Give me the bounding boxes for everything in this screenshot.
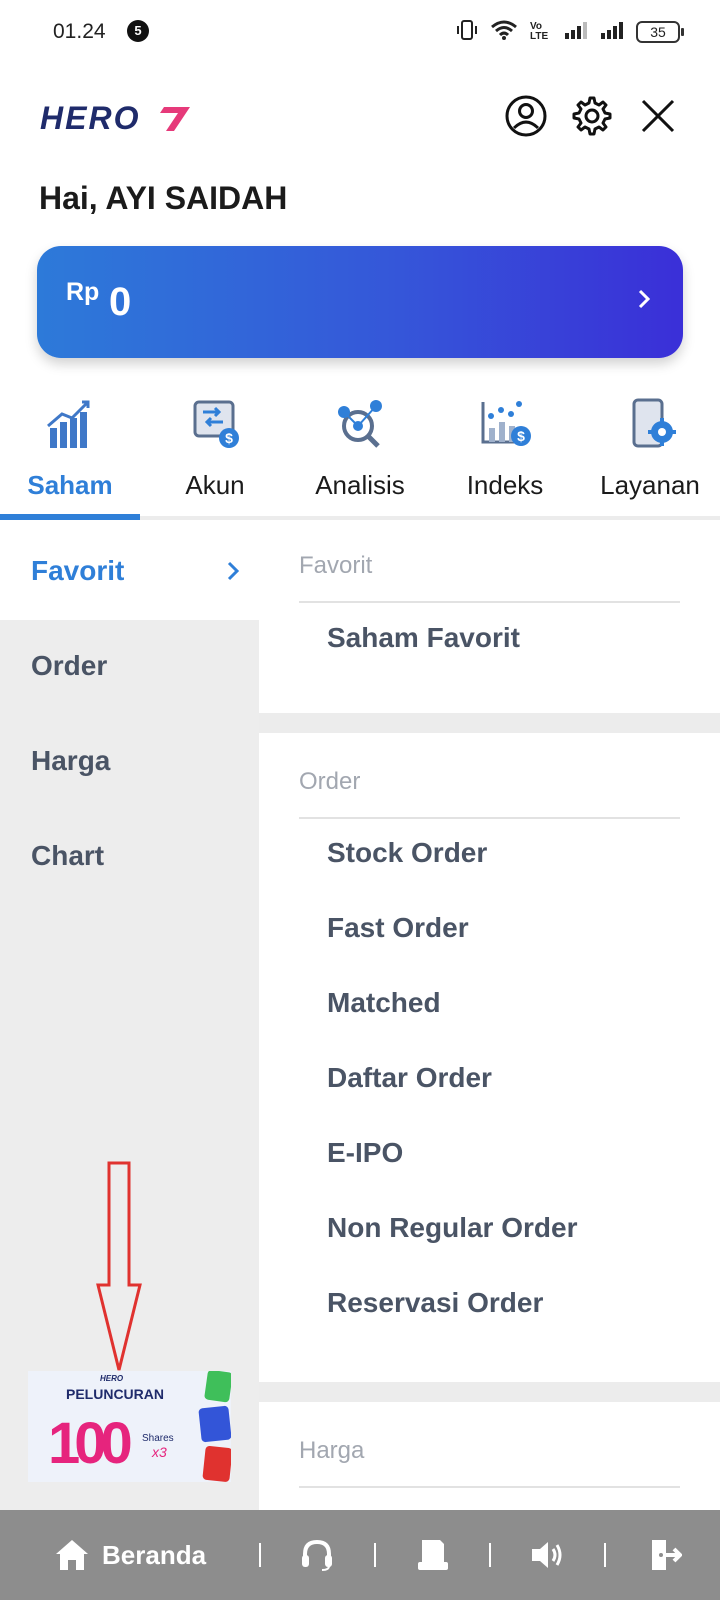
bottom-nav-support[interactable] bbox=[300, 1510, 334, 1600]
chevron-right-icon bbox=[635, 286, 653, 317]
section-divider bbox=[299, 1486, 680, 1488]
header-actions bbox=[504, 94, 680, 138]
bottom-nav-sound[interactable] bbox=[530, 1510, 566, 1600]
headset-icon bbox=[302, 1539, 332, 1571]
active-tab-indicator bbox=[0, 514, 140, 520]
greeting-text: Hai, AYI SAIDAH bbox=[39, 180, 288, 216]
document-icon bbox=[418, 1540, 448, 1570]
promo-multiplier: x3 bbox=[151, 1444, 167, 1460]
side-menu-label: Chart bbox=[31, 840, 105, 871]
svg-text:$: $ bbox=[225, 430, 233, 446]
tab-saham[interactable]: Saham bbox=[0, 394, 140, 520]
menu-link-daftar-order[interactable]: Daftar Order bbox=[327, 1062, 492, 1094]
balance-currency: Rp bbox=[66, 278, 100, 306]
svg-text:$: $ bbox=[517, 428, 525, 444]
bottom-nav-home-label: Beranda bbox=[102, 1539, 207, 1570]
menu-link-fast-order[interactable]: Fast Order bbox=[327, 912, 469, 944]
service-icon bbox=[622, 398, 678, 450]
status-time: 01.24 bbox=[53, 20, 106, 43]
account-transfer-icon: $ bbox=[187, 398, 243, 450]
section-title-order: Order bbox=[299, 768, 361, 795]
vibrate-icon bbox=[456, 19, 478, 46]
close-button[interactable] bbox=[636, 94, 680, 138]
user-icon bbox=[505, 95, 547, 137]
tab-label: Akun bbox=[185, 470, 245, 500]
stock-chart-icon bbox=[42, 398, 98, 450]
menu-link-e-ipo[interactable]: E-IPO bbox=[327, 1137, 403, 1169]
profile-button[interactable] bbox=[504, 94, 548, 138]
signal-icon bbox=[564, 20, 588, 45]
tab-label: Analisis bbox=[315, 470, 405, 500]
tab-divider bbox=[140, 516, 720, 520]
nav-separator bbox=[259, 1543, 261, 1567]
menu-link-matched[interactable]: Matched bbox=[327, 987, 441, 1019]
battery-icon: 35 bbox=[636, 21, 684, 43]
side-menu-label: Favorit bbox=[31, 555, 125, 586]
tab-label: Layanan bbox=[600, 470, 700, 500]
section-divider bbox=[299, 601, 680, 603]
logo-text: HERO bbox=[40, 100, 140, 136]
side-menu-label: Harga bbox=[31, 745, 111, 776]
index-chart-icon: $ bbox=[477, 398, 533, 450]
status-icons: Vo LTE 35 bbox=[456, 18, 684, 46]
side-menu-item-favorit[interactable]: Favorit bbox=[0, 525, 259, 620]
tab-analisis[interactable]: Analisis bbox=[290, 394, 430, 520]
menu-link-reservasi-order[interactable]: Reservasi Order bbox=[327, 1287, 543, 1319]
signal-icon bbox=[600, 20, 624, 45]
menu-link-non-regular-order[interactable]: Non Regular Order bbox=[327, 1212, 577, 1244]
speaker-icon bbox=[532, 1542, 562, 1568]
status-bar: 01.24 5 Vo LTE 35 bbox=[0, 0, 720, 64]
tab-label: Saham bbox=[27, 470, 113, 500]
home-icon bbox=[56, 1540, 88, 1570]
menu-link-saham-favorit[interactable]: Saham Favorit bbox=[327, 622, 520, 654]
section-divider bbox=[299, 817, 680, 819]
menu-link-stock-order[interactable]: Stock Order bbox=[327, 837, 487, 869]
notification-count-badge: 5 bbox=[127, 20, 149, 42]
section-title-harga: Harga bbox=[299, 1437, 365, 1464]
section-gap bbox=[259, 1382, 720, 1402]
balance-card[interactable]: Rp 0 bbox=[37, 246, 683, 358]
category-tabs: Saham $ Akun Analisis $ Indeks Layanan bbox=[0, 394, 720, 524]
hero-logo: HERO bbox=[38, 97, 198, 137]
chevron-right-icon bbox=[225, 559, 241, 588]
promo-brand: HERO bbox=[100, 1374, 124, 1383]
settings-button[interactable] bbox=[570, 94, 614, 138]
nav-separator bbox=[604, 1543, 606, 1567]
section-title-favorit: Favorit bbox=[299, 552, 373, 579]
promo-shares: Shares bbox=[142, 1433, 174, 1444]
tab-layanan[interactable]: Layanan bbox=[580, 394, 720, 520]
analysis-icon bbox=[332, 398, 388, 450]
bottom-nav-home[interactable]: Beranda bbox=[54, 1510, 206, 1600]
wifi-icon bbox=[490, 19, 518, 46]
annotation-arrow bbox=[94, 1160, 144, 1380]
bottom-nav: Beranda bbox=[0, 1510, 720, 1600]
menu-content: Favorit Saham Favorit Order Stock Order … bbox=[259, 525, 720, 1510]
tab-indeks[interactable]: $ Indeks bbox=[430, 394, 580, 520]
nav-separator bbox=[489, 1543, 491, 1567]
close-icon bbox=[641, 99, 675, 133]
logout-icon bbox=[652, 1540, 682, 1570]
promo-banner[interactable]: HERO PELUNCURAN 100 Shares x3 bbox=[28, 1371, 231, 1482]
side-menu-item-harga[interactable]: Harga bbox=[0, 715, 259, 810]
side-menu-item-order[interactable]: Order bbox=[0, 620, 259, 715]
side-menu-item-chart[interactable]: Chart bbox=[0, 810, 259, 905]
side-menu-label: Order bbox=[31, 650, 108, 681]
nav-separator bbox=[374, 1543, 376, 1567]
tab-label: Indeks bbox=[466, 470, 544, 500]
gear-icon bbox=[572, 96, 612, 136]
volte-icon: Vo LTE bbox=[530, 21, 549, 42]
promo-title: PELUNCURAN bbox=[66, 1386, 164, 1402]
balance-value: 0 bbox=[109, 280, 132, 324]
bottom-nav-document[interactable] bbox=[416, 1510, 450, 1600]
tab-akun[interactable]: $ Akun bbox=[140, 394, 290, 520]
section-gap bbox=[259, 713, 720, 733]
bottom-nav-logout[interactable] bbox=[648, 1510, 682, 1600]
promo-number: 100 bbox=[48, 1411, 131, 1476]
